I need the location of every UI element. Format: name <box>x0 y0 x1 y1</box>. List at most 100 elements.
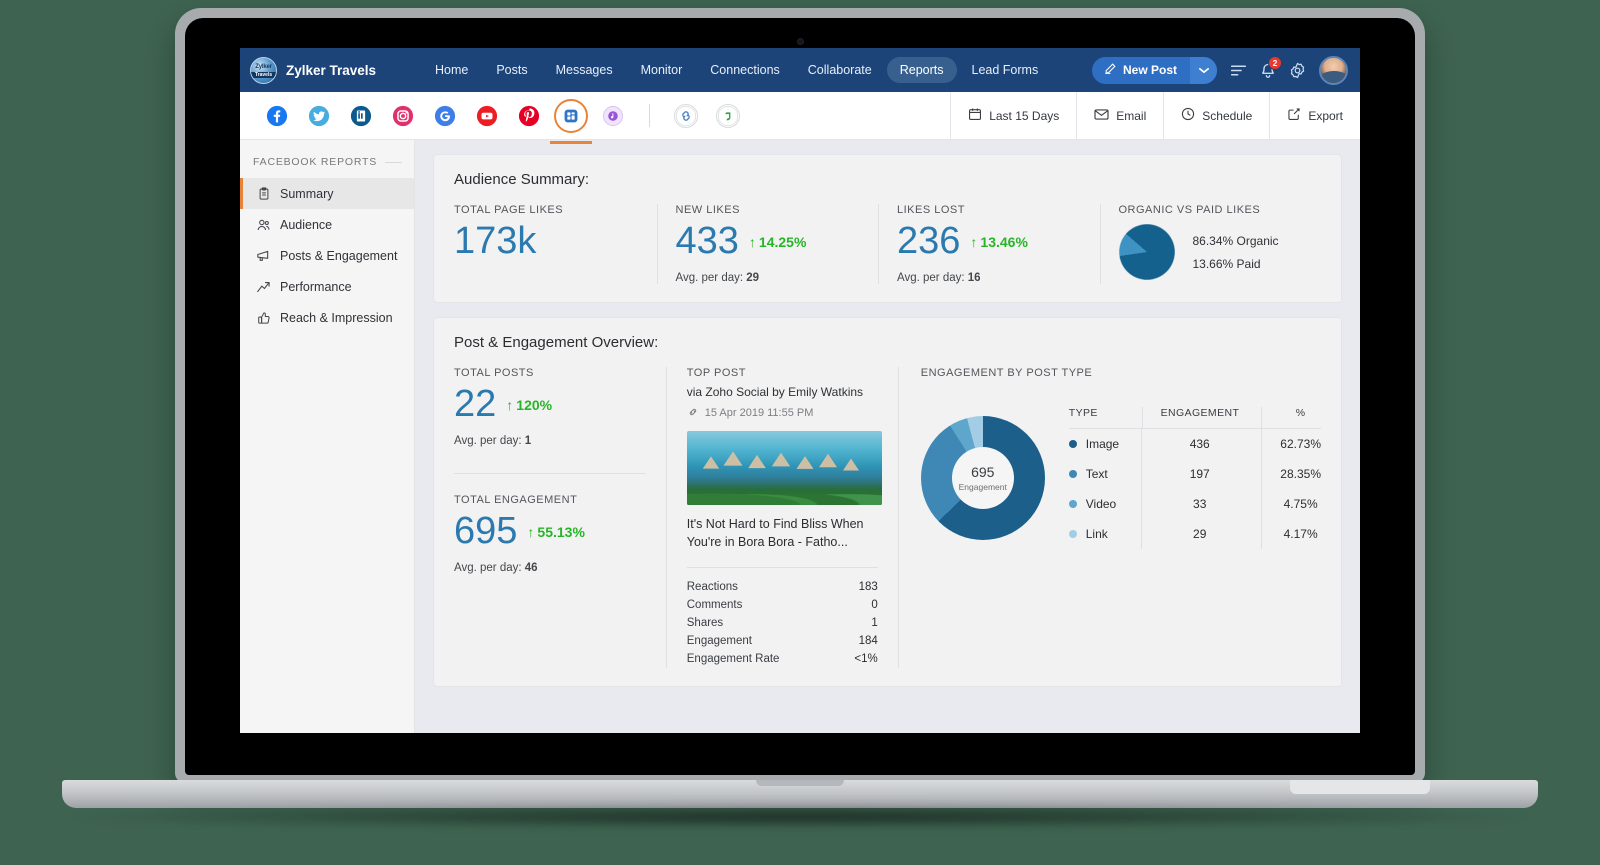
metric-total-engagement: TOTAL ENGAGEMENT 695 ↑ 55.13% Avg. per d… <box>454 494 646 574</box>
sidebar-item-performance[interactable]: Performance <box>240 271 414 302</box>
app-screen: Zylker Travels Home Posts Messages Monit… <box>240 48 1360 733</box>
top-post-thumbnail[interactable] <box>686 430 882 505</box>
email-label: Email <box>1116 108 1147 123</box>
metric-label: NEW LIKES <box>675 204 740 216</box>
nav-item-messages[interactable]: Messages <box>543 57 626 83</box>
metric-value: 433 <box>675 220 739 262</box>
sidebar-item-audience[interactable]: Audience <box>240 209 414 240</box>
report-actions: Last 15 Days Email Schedule Export <box>950 92 1360 139</box>
nav-item-collaborate[interactable]: Collaborate <box>795 57 885 83</box>
legend-dot-icon <box>1068 499 1077 508</box>
table-header-row: TYPE ENGAGEMENT % <box>1068 406 1321 429</box>
metric-label: ORGANIC VS PAID LIKES <box>1118 204 1261 216</box>
legend-label: Text <box>1085 466 1108 481</box>
instagram-icon[interactable] <box>391 104 415 128</box>
metric-delta-value: 55.13% <box>537 523 585 540</box>
post-engagement-row: TOTAL POSTS 22 ↑ 120% Avg. per day: 1 TO… <box>454 366 1321 669</box>
nav-item-posts[interactable]: Posts <box>483 57 540 83</box>
stat-value: 183 <box>858 581 878 594</box>
nav-item-reports[interactable]: Reports <box>886 57 957 83</box>
email-button[interactable]: Email <box>1076 92 1163 139</box>
sidebar-title: FACEBOOK REPORTS <box>240 156 414 168</box>
chevron-down-icon[interactable] <box>1190 56 1217 84</box>
zoho-icon[interactable] <box>716 103 740 128</box>
brand[interactable]: Zylker Travels <box>250 56 400 84</box>
col-engagement: ENGAGEMENT <box>1142 406 1263 429</box>
clock-icon <box>1181 107 1195 124</box>
app-header: Zylker Travels Home Posts Messages Monit… <box>240 48 1360 92</box>
metric-delta: ↑ 13.46% <box>970 234 1027 250</box>
engagement-by-type-column: ENGAGEMENT BY POST TYPE 695 Engagement T… <box>899 367 1321 668</box>
link-attachment-icon <box>687 406 699 421</box>
metric-value: 173k <box>454 220 537 262</box>
stat-value: 184 <box>858 635 878 648</box>
col-percent: % <box>1261 406 1321 429</box>
date-range-label: Last 15 Days <box>989 108 1060 123</box>
pie-legend-organic: 86.34% Organic <box>1192 233 1279 248</box>
brand-name: Zylker Travels <box>286 62 377 78</box>
facebook-icon[interactable] <box>265 104 289 128</box>
metric-total-posts: TOTAL POSTS 22 ↑ 120% Avg. per day: 1 <box>454 367 646 447</box>
engagement-donut-chart: 695 Engagement TYPE ENGAGEMENT % Image 4… <box>920 406 1321 549</box>
twitter-icon[interactable] <box>307 104 331 128</box>
metric-delta: ↑ 120% <box>506 397 552 413</box>
sidebar-item-posts-engagement-label: Posts & Engagement <box>280 248 398 263</box>
legend-value: 197 <box>1142 458 1263 489</box>
metric-sub-label: Avg. per day: <box>675 271 744 284</box>
export-button[interactable]: Export <box>1269 92 1360 139</box>
channel-list <box>240 92 740 144</box>
arrow-up-icon: ↑ <box>970 233 978 250</box>
link-icon[interactable] <box>674 103 698 128</box>
nav-item-home[interactable]: Home <box>422 57 481 83</box>
sidebar-item-summary[interactable]: Summary <box>240 178 414 209</box>
tiktok-icon[interactable] <box>601 104 625 128</box>
google-business-icon[interactable] <box>433 104 457 128</box>
zylker-logo-icon <box>250 56 277 84</box>
sidebar-item-reach-impression[interactable]: Reach & Impression <box>240 302 414 333</box>
laptop-frame: Zylker Travels Home Posts Messages Monit… <box>0 0 1600 865</box>
new-post-button[interactable]: New Post <box>1091 56 1217 84</box>
date-range-button[interactable]: Last 15 Days <box>950 92 1076 139</box>
webcam-icon <box>796 38 804 45</box>
table-row: Text 197 28.35% <box>1068 458 1321 489</box>
stat-value: <1% <box>854 653 878 666</box>
top-post-label: TOP POST <box>686 366 746 379</box>
organic-paid-pie-chart: 86.34% Organic 13.66% Paid <box>1118 224 1304 280</box>
pencil-icon <box>1104 62 1117 78</box>
metric-value: 22 <box>454 382 497 425</box>
stat-value: 1 <box>871 617 878 630</box>
metric-total-page-likes: TOTAL PAGE LIKES 173k <box>454 204 658 284</box>
youtube-icon[interactable] <box>475 104 499 128</box>
linkedin-icon[interactable] <box>349 104 373 128</box>
sidebar-item-posts-engagement[interactable]: Posts & Engagement <box>240 240 414 271</box>
pinterest-icon[interactable] <box>517 104 541 128</box>
header-actions: New Post 2 <box>1091 55 1348 85</box>
notifications-bell-icon[interactable]: 2 <box>1260 55 1282 79</box>
engagement-legend-table: TYPE ENGAGEMENT % Image 436 62.73% Text … <box>1068 406 1321 549</box>
donut-wrap: 695 Engagement <box>920 415 1045 540</box>
user-avatar[interactable] <box>1319 55 1348 85</box>
nav-item-connections[interactable]: Connections <box>697 57 793 83</box>
schedule-button[interactable]: Schedule <box>1163 92 1269 139</box>
metric-sub-label: Avg. per day: <box>454 561 522 574</box>
legend-type-text: Text <box>1068 458 1143 489</box>
stat-label: Reactions <box>686 581 738 594</box>
pie-legend-paid: 13.66% Paid <box>1192 256 1261 271</box>
app-body: FACEBOOK REPORTS Summary Audience Posts … <box>240 140 1360 733</box>
metric-label: TOTAL PAGE LIKES <box>454 204 564 216</box>
clipboard-icon <box>256 186 271 201</box>
facebook-page-icon[interactable] <box>550 98 592 144</box>
laptop-shadow <box>70 806 1530 828</box>
activity-list-icon[interactable] <box>1230 63 1247 78</box>
sidebar-title-label: FACEBOOK REPORTS <box>253 156 378 168</box>
nav-item-lead-forms[interactable]: Lead Forms <box>959 57 1052 83</box>
metric-sub-label: Avg. per day: <box>454 434 522 447</box>
audience-metric-row: TOTAL PAGE LIKES 173k NEW LIKES 433 ↑ 14… <box>454 204 1321 284</box>
metric-delta-value: 120% <box>516 396 553 413</box>
stat-row: Reactions 183 <box>687 578 878 596</box>
reports-content: Audience Summary: TOTAL PAGE LIKES 173k … <box>415 140 1360 733</box>
nav-item-monitor[interactable]: Monitor <box>628 57 696 83</box>
gear-icon[interactable] <box>1289 62 1306 79</box>
legend-type-image: Image <box>1068 428 1143 459</box>
thumbsup-icon <box>256 310 271 325</box>
